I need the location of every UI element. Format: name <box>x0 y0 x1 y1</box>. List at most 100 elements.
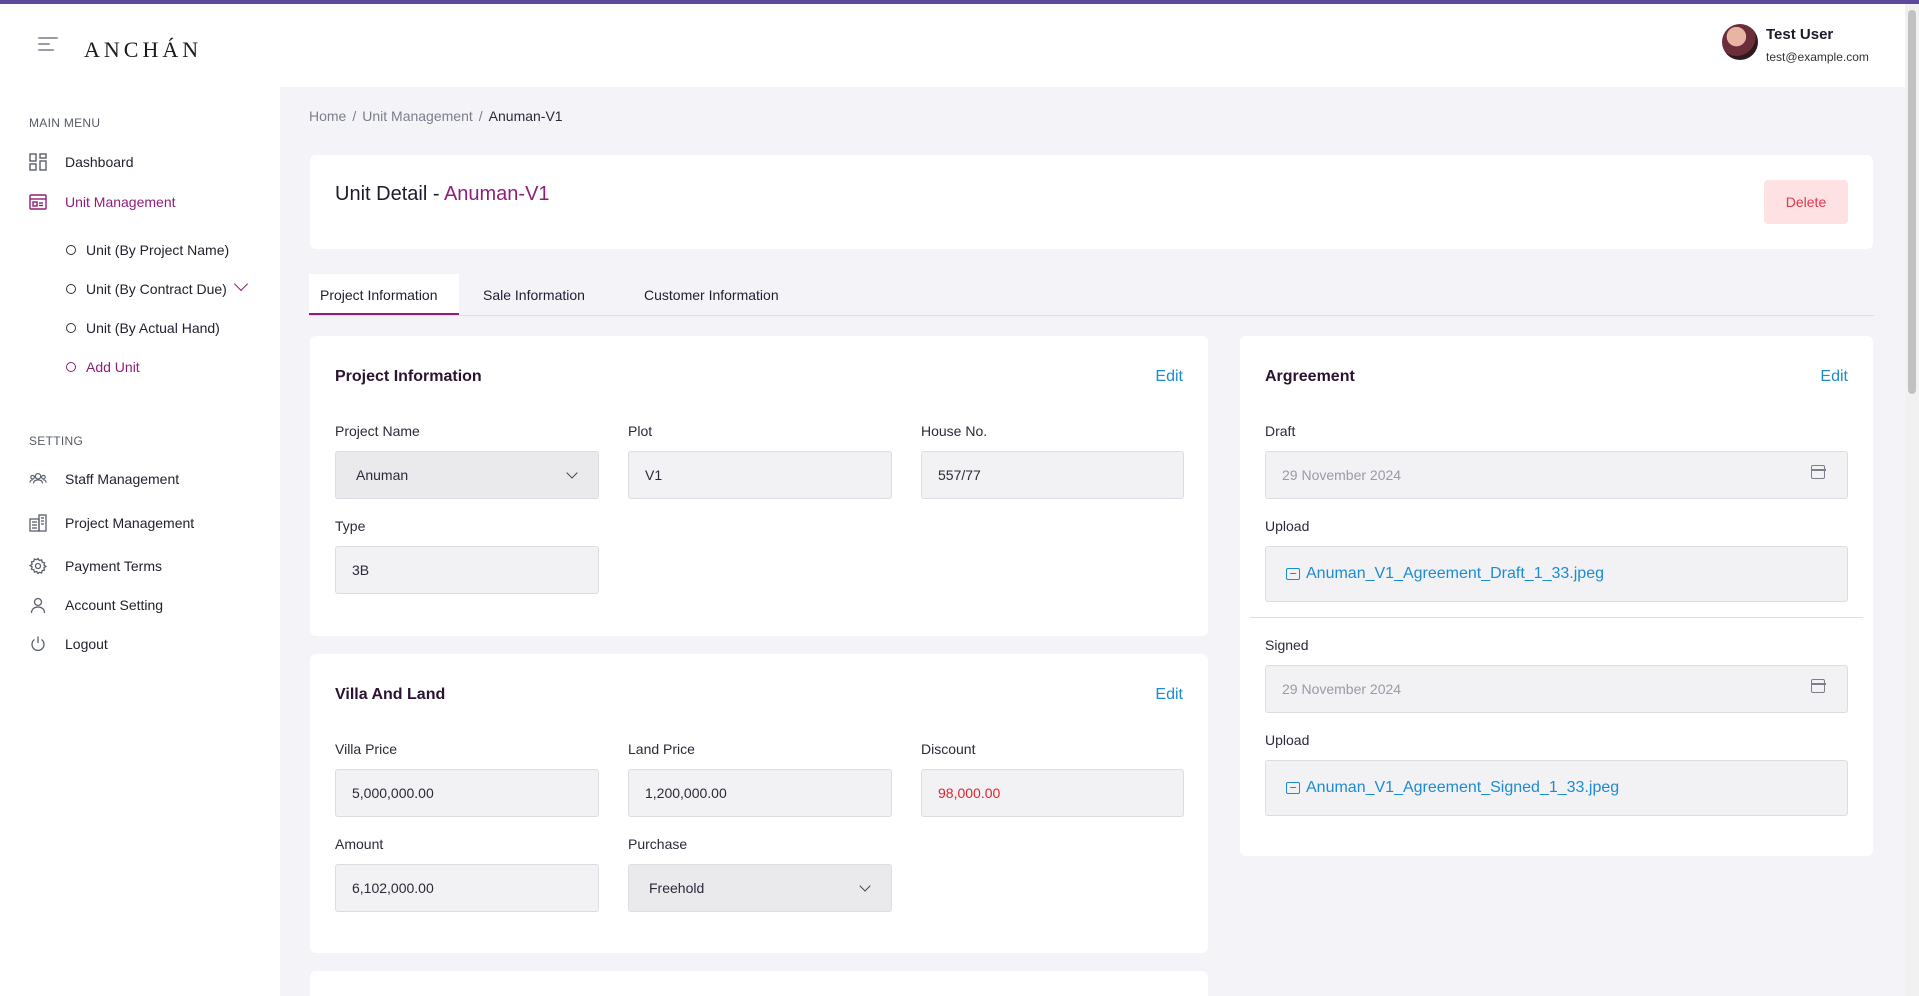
chevron-down-icon <box>859 880 871 892</box>
circle-icon <box>66 323 76 333</box>
amount-label: Amount <box>335 836 384 852</box>
subitem-label: Unit (By Project Name) <box>86 242 230 258</box>
main-menu-title: MAIN MENU <box>29 116 101 130</box>
sidebar-item-label: Logout <box>65 636 108 652</box>
sidebar-item-label: Staff Management <box>65 471 180 487</box>
tab-project-information[interactable]: Project Information <box>309 274 459 315</box>
sidebar-item-account-setting[interactable]: Account Setting <box>29 596 163 614</box>
draft-file-link[interactable]: Anuman_V1_Agreement_Draft_1_33.jpeg <box>1306 565 1604 583</box>
card-title: Villa And Land <box>335 686 446 703</box>
sidebar-item-project-management[interactable]: Project Management <box>29 514 194 532</box>
breadcrumb-current: Anuman-V1 <box>488 108 563 124</box>
scrollbar-thumb[interactable] <box>1908 10 1916 394</box>
calendar-icon[interactable] <box>1810 465 1826 479</box>
calendar-icon[interactable] <box>1810 679 1826 693</box>
project-name-label: Project Name <box>335 423 420 439</box>
breadcrumb-unit-management[interactable]: Unit Management <box>362 108 473 124</box>
type-label: Type <box>335 518 366 534</box>
breadcrumb-home[interactable]: Home <box>309 108 346 124</box>
sidebar-subitem-by-contract-due[interactable]: Unit (By Contract Due) <box>66 281 227 297</box>
signed-file-link[interactable]: Anuman_V1_Agreement_Signed_1_33.jpeg <box>1306 779 1619 797</box>
tab-sale-information[interactable]: Sale Information <box>472 274 596 315</box>
draft-upload-box: Anuman_V1_Agreement_Draft_1_33.jpeg <box>1265 546 1848 602</box>
circle-icon <box>66 362 76 372</box>
house-no-field[interactable]: 557/77 <box>921 451 1184 499</box>
edit-agreement-link[interactable]: Edit <box>1820 368 1848 386</box>
sidebar-subitem-by-project-name[interactable]: Unit (By Project Name) <box>66 242 229 258</box>
signed-upload-box: Anuman_V1_Agreement_Signed_1_33.jpeg <box>1265 760 1848 816</box>
page-title-prefix: Unit Detail - <box>335 183 444 205</box>
sidebar-item-unit-management[interactable]: Unit Management <box>29 193 176 211</box>
type-field[interactable]: 3B <box>335 546 599 594</box>
delete-button[interactable]: Delete <box>1764 180 1848 224</box>
plot-label: Plot <box>628 423 653 439</box>
user-icon <box>29 596 47 614</box>
sidebar-item-logout[interactable]: Logout <box>29 635 108 653</box>
image-icon <box>1286 782 1300 794</box>
villa-and-land-card: Villa And Land Edit Villa Price 5,000,00… <box>310 654 1208 953</box>
image-icon <box>1286 568 1300 580</box>
sidebar: MAIN MENU Dashboard Unit Management Unit… <box>0 87 280 996</box>
sidebar-item-dashboard[interactable]: Dashboard <box>29 153 134 171</box>
unit-management-icon <box>29 193 47 211</box>
user-avatar[interactable] <box>1722 24 1758 60</box>
subitem-label: Add Unit <box>86 359 140 375</box>
edit-project-info-link[interactable]: Edit <box>1155 368 1183 386</box>
next-card <box>310 971 1208 996</box>
sidebar-item-label: Project Management <box>65 515 195 531</box>
sidebar-item-label: Dashboard <box>65 154 134 170</box>
breadcrumb-separator: / <box>352 108 357 124</box>
project-information-card: Project Information Edit Project Name An… <box>310 336 1208 636</box>
signed-date-field[interactable]: 29 November 2024 <box>1265 665 1848 713</box>
sidebar-item-label: Unit Management <box>65 194 176 210</box>
page-title: Unit Detail - Anuman-V1 <box>335 183 550 206</box>
draft-date-field[interactable]: 29 November 2024 <box>1265 451 1848 499</box>
divider <box>1250 617 1863 618</box>
project-name-select[interactable]: Anuman <box>335 451 599 499</box>
purchase-select[interactable]: Freehold <box>628 864 892 912</box>
amount-field[interactable]: 6,102,000.00 <box>335 864 599 912</box>
villa-price-field[interactable]: 5,000,000.00 <box>335 769 599 817</box>
breadcrumb-separator: / <box>478 108 483 124</box>
draft-label: Draft <box>1265 423 1296 439</box>
brand-logo[interactable]: ANCHÁN <box>84 37 202 63</box>
setting-title: SETTING <box>29 434 84 448</box>
sidebar-item-payment-terms[interactable]: Payment Terms <box>29 557 162 575</box>
circle-icon <box>66 245 76 255</box>
agreement-card: Argreement Edit Draft 29 November 2024 U… <box>1240 336 1873 856</box>
signed-upload-label: Upload <box>1265 732 1310 748</box>
sidebar-item-staff-management[interactable]: Staff Management <box>29 470 179 488</box>
signed-date-value: 29 November 2024 <box>1282 681 1402 697</box>
users-icon <box>29 470 47 488</box>
tab-customer-information[interactable]: Customer Information <box>633 274 790 315</box>
breadcrumb: Home / Unit Management / Anuman-V1 <box>309 108 563 124</box>
page-scrollbar[interactable] <box>1905 4 1919 996</box>
sidebar-subitem-by-actual-hand[interactable]: Unit (By Actual Hand) <box>66 320 220 336</box>
land-price-label: Land Price <box>628 741 695 757</box>
user-email: test@example.com <box>1766 50 1869 64</box>
card-title: Project Information <box>335 368 482 385</box>
sidebar-subitem-add-unit[interactable]: Add Unit <box>66 359 140 375</box>
chevron-down-icon <box>566 467 578 479</box>
villa-price-label: Villa Price <box>335 741 397 757</box>
building-icon <box>29 514 47 532</box>
title-card: Unit Detail - Anuman-V1 Delete <box>310 155 1873 249</box>
power-icon <box>29 635 47 653</box>
user-name: Test User <box>1766 26 1834 43</box>
sidebar-item-label: Payment Terms <box>65 558 162 574</box>
subitem-label: Unit (By Contract Due) <box>86 281 227 297</box>
discount-field[interactable]: 98,000.00 <box>921 769 1184 817</box>
project-name-value: Anuman <box>356 467 409 483</box>
plot-field[interactable]: V1 <box>628 451 892 499</box>
page-title-unit: Anuman-V1 <box>443 183 550 205</box>
signed-label: Signed <box>1265 637 1309 653</box>
dashboard-icon <box>29 153 47 171</box>
circle-icon <box>66 284 76 294</box>
house-no-label: House No. <box>921 423 988 439</box>
discount-label: Discount <box>921 741 976 757</box>
land-price-field[interactable]: 1,200,000.00 <box>628 769 892 817</box>
menu-toggle-icon[interactable] <box>38 37 58 53</box>
edit-villa-land-link[interactable]: Edit <box>1155 686 1183 704</box>
draft-date-value: 29 November 2024 <box>1282 467 1402 483</box>
chevron-down-icon[interactable] <box>233 276 249 292</box>
